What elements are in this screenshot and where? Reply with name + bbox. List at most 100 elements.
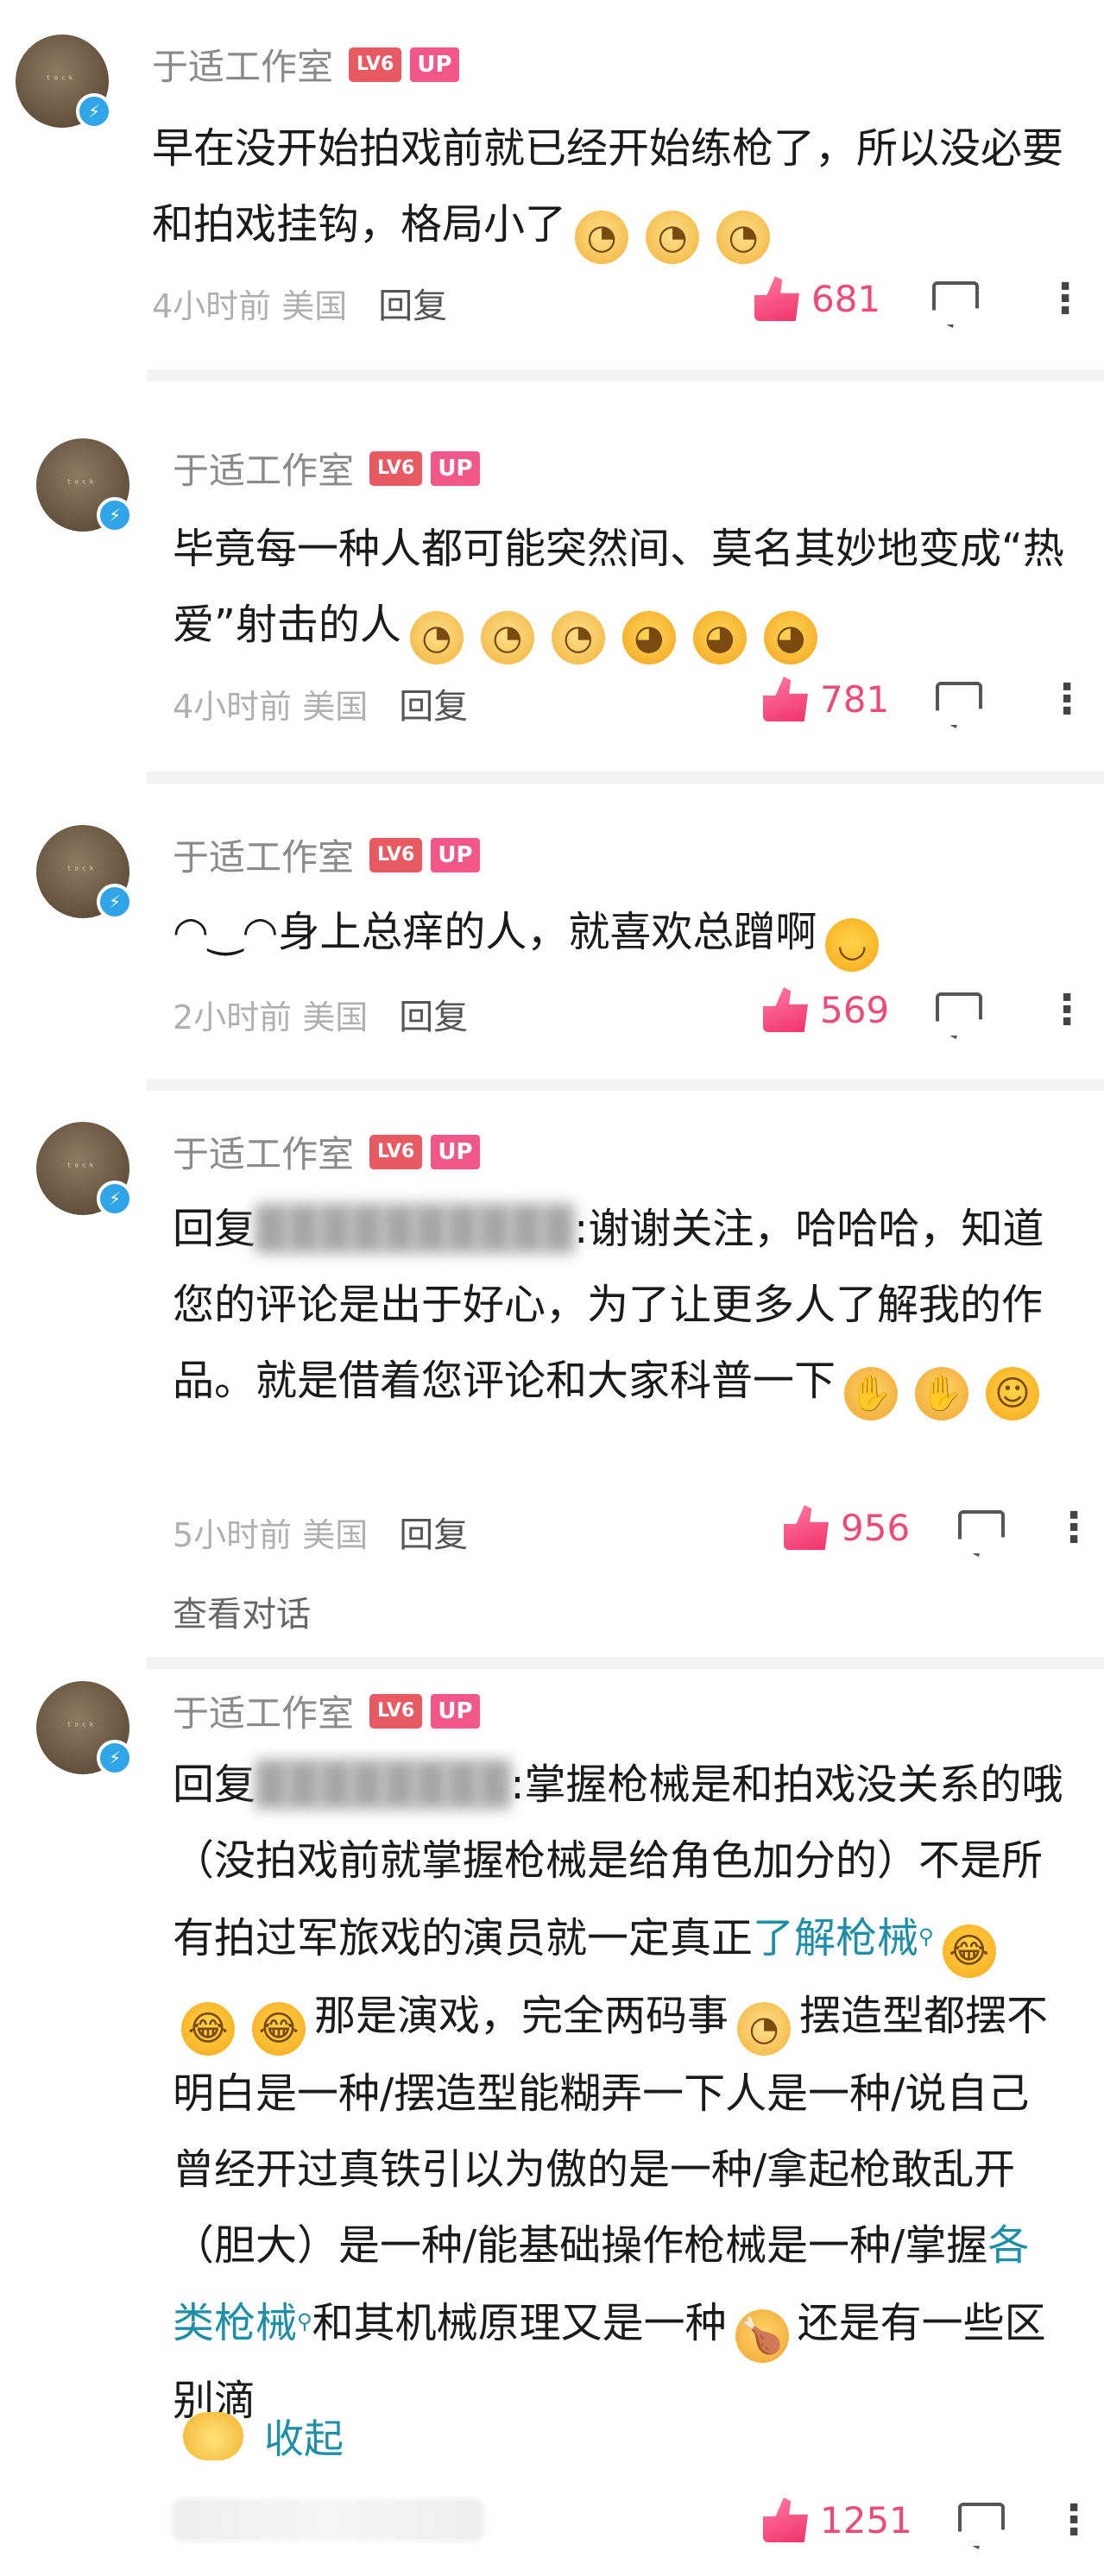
like-button[interactable]: 681	[754, 276, 880, 321]
like-button[interactable]: 781	[763, 677, 889, 721]
reply-prefix: 回复	[173, 1760, 256, 1809]
thumbs-up-icon	[763, 677, 808, 721]
thumbs-down-icon[interactable]	[932, 281, 979, 328]
verified-badge-icon: ⚡	[97, 497, 133, 533]
avatar-scribble: ᵗᵒᶜᵏ	[45, 74, 76, 87]
search-icon: ⚲	[918, 1924, 934, 1949]
avatar-scribble: ᵗᵒᶜᵏ	[66, 478, 97, 491]
search-icon: ⚲	[297, 2309, 312, 2334]
level-badge: LV6	[369, 450, 423, 486]
more-options-icon[interactable]: ⋮	[1046, 678, 1088, 720]
avatar-scribble: ᵗᵒᶜᵏ	[66, 1162, 97, 1175]
separator	[147, 772, 1104, 784]
reply-prefix: 回复	[173, 1205, 256, 1253]
reply-button[interactable]: 回复	[378, 278, 447, 328]
comment-time: 2小时前 美国	[173, 998, 369, 1036]
blurred-username[interactable]: ██████████	[255, 1205, 574, 1253]
like-button[interactable]: 1251	[763, 2497, 912, 2542]
avatar-scribble: ᵗᵒᶜᵏ	[66, 865, 97, 878]
comment-text: 毕竟每一种人都可能突然间、莫名其妙地变成“热爱”射击的人 ◔ ◔ ◔ ◕ ◕ ◕	[173, 511, 1070, 664]
up-badge: UP	[431, 837, 480, 872]
comment-time: 5小时前 美国	[173, 1515, 369, 1554]
blurred-username[interactable]: ████████	[255, 1760, 510, 1809]
collapse-button[interactable]: 收起	[183, 2408, 344, 2465]
doge-emoji-icon: ◔	[575, 211, 629, 264]
like-count: 781	[820, 677, 890, 721]
blurred-meta	[173, 2498, 483, 2541]
thumbs-up-icon	[763, 987, 808, 1032]
thumbs-down-icon[interactable]	[958, 2503, 1005, 2549]
separator	[147, 1657, 1104, 1669]
thumbs-down-icon[interactable]	[936, 992, 982, 1039]
level-badge: LV6	[369, 837, 423, 872]
comment-time: 4小时前 美国	[173, 687, 369, 726]
thumbs-down-icon[interactable]	[936, 682, 982, 728]
avatar[interactable]: ᵗᵒᶜᵏ ⚡	[36, 438, 133, 533]
collapse-label: 收起	[264, 2415, 344, 2462]
doge-emoji-icon: ◔	[409, 611, 464, 664]
comment-list: ᵗᵒᶜᵏ ⚡ 于适工作室 LV6 UP 早在没开始拍戏前就已经开始练枪了，所以没…	[0, 0, 1104, 2576]
avatar[interactable]: ᵗᵒᶜᵏ ⚡	[36, 1681, 133, 1776]
like-count: 569	[820, 988, 890, 1031]
face-covering-emoji-icon: ◕	[692, 611, 747, 664]
search-link-firearms[interactable]: 了解枪械	[753, 1914, 918, 1962]
author-name[interactable]: 于适工作室	[173, 828, 354, 881]
verified-badge-icon: ⚡	[97, 1181, 133, 1217]
author-name[interactable]: 于适工作室	[152, 38, 333, 91]
verified-badge-icon: ⚡	[97, 1740, 133, 1776]
comment-text: 回复████████:掌握枪械是和拍戏没关系的哦（没拍戏前就掌握枪械是给角色加分…	[173, 1760, 1063, 2425]
avatar[interactable]: ᵗᵒᶜᵏ ⚡	[36, 825, 133, 920]
ok-hand-emoji-icon: ✋	[844, 1367, 899, 1420]
up-badge: UP	[431, 450, 480, 486]
doge-emoji-icon: ◔	[551, 611, 605, 664]
author-name[interactable]: 于适工作室	[173, 442, 354, 494]
author-name[interactable]: 于适工作室	[173, 1125, 354, 1178]
tears-of-joy-emoji-icon: 😂	[252, 2002, 306, 2056]
comment-text: ◠‿◠身上总痒的人，就喜欢总蹭啊 ◡	[173, 894, 1070, 972]
level-badge: LV6	[369, 1693, 423, 1729]
up-badge: UP	[410, 47, 459, 82]
like-button[interactable]: 956	[784, 1505, 910, 1550]
separator	[147, 1079, 1104, 1091]
face-covering-emoji-icon: ◕	[763, 611, 817, 664]
view-conversation-link[interactable]: 查看对话	[173, 1586, 311, 1636]
like-count: 1251	[820, 2498, 912, 2541]
level-badge: LV6	[349, 47, 402, 82]
doge-emoji-icon: ◔	[480, 611, 534, 664]
doge-emoji-icon: ◔	[716, 211, 771, 264]
like-button[interactable]: 569	[763, 987, 889, 1032]
like-count: 956	[841, 1506, 911, 1549]
avatar[interactable]: ᵗᵒᶜᵏ ⚡	[36, 1122, 133, 1217]
reply-button[interactable]: 回复	[399, 989, 468, 1039]
collapse-emoji-icon	[183, 2412, 243, 2460]
verified-badge-icon: ⚡	[97, 884, 133, 920]
like-count: 681	[811, 277, 881, 320]
comment-text: 回复██████████:谢谢关注，哈哈哈，知道您的评论是出于好心，为了让更多人…	[173, 1191, 1070, 1420]
up-badge: UP	[431, 1134, 480, 1169]
thumbs-up-icon	[754, 276, 799, 321]
comment-time: 4小时前 美国	[152, 287, 348, 325]
tears-of-joy-emoji-icon: 😂	[181, 2002, 235, 2056]
ok-hand-emoji-icon: ✋	[915, 1367, 969, 1420]
drumstick-emoji-icon: 🍗	[735, 2309, 789, 2363]
thumbs-up-icon	[784, 1505, 829, 1550]
more-options-icon[interactable]: ⋮	[1053, 2499, 1095, 2541]
up-badge: UP	[431, 1693, 480, 1729]
doge-emoji-icon: ◔	[737, 2002, 792, 2056]
separator	[147, 369, 1104, 381]
reply-button[interactable]: 回复	[399, 1507, 468, 1557]
author-name[interactable]: 于适工作室	[173, 1685, 354, 1737]
avatar[interactable]: ᵗᵒᶜᵏ ⚡	[16, 35, 112, 129]
level-badge: LV6	[369, 1134, 423, 1169]
doge-emoji-icon: ◔	[646, 211, 700, 264]
comment-text: 早在没开始拍戏前就已经开始练枪了，所以没必要和拍戏挂钩，格局小了 ◔ ◔ ◔	[152, 110, 1067, 264]
avatar-scribble: ᵗᵒᶜᵏ	[66, 1721, 97, 1734]
reply-button[interactable]: 回复	[399, 678, 468, 728]
thumbs-down-icon[interactable]	[958, 1510, 1005, 1557]
sticker-emoji-icon: ☺	[986, 1367, 1040, 1420]
more-options-icon[interactable]: ⋮	[1044, 278, 1086, 319]
face-covering-emoji-icon: ◕	[621, 611, 676, 664]
thumbs-up-icon	[763, 2497, 808, 2542]
more-options-icon[interactable]: ⋮	[1053, 1507, 1095, 1548]
more-options-icon[interactable]: ⋮	[1046, 989, 1088, 1030]
